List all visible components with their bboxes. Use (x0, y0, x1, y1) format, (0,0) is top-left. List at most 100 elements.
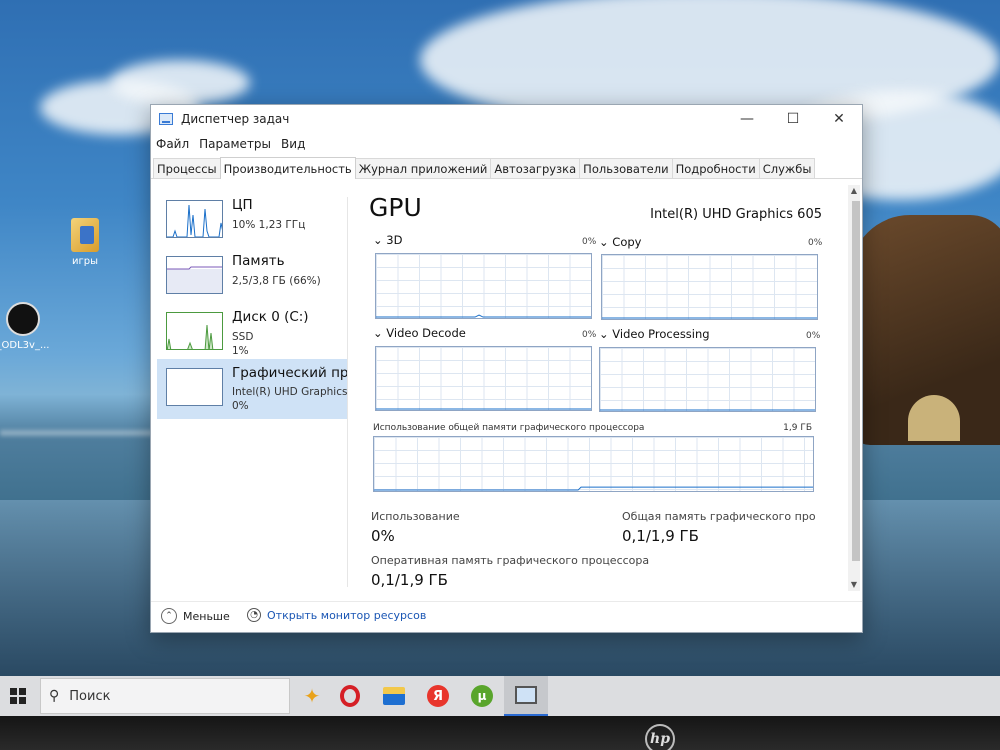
graph-3d-selector[interactable]: ⌄ 3D (373, 233, 402, 247)
sidebar-item-label: Диск 0 (C:) (232, 309, 309, 325)
graph-video-processing-percent: 0% (806, 331, 821, 341)
rock-arch (908, 395, 960, 441)
graph-video-processing-label: Video Processing (612, 327, 710, 341)
tab-performance[interactable]: Производительность (219, 157, 356, 179)
task-manager-icon (159, 113, 173, 125)
graph-video-processing-selector[interactable]: ⌄ Video Processing (599, 327, 710, 341)
chevron-down-icon: ⌄ (373, 233, 383, 247)
shared-memory-capacity: 1,9 ГБ (783, 423, 812, 433)
tab-users[interactable]: Пользователи (579, 158, 673, 178)
taskbar-opera[interactable] (328, 676, 372, 716)
cloud (110, 60, 250, 105)
scrollbar-thumb[interactable] (852, 201, 860, 561)
desktop-icon-label: игры (72, 256, 98, 267)
menu-bar: Файл Параметры Вид (151, 133, 310, 155)
sidebar-item-detail: 2,5/3,8 ГБ (66%) (232, 275, 321, 287)
graph-copy-selector[interactable]: ⌄ Copy (599, 235, 641, 249)
search-icon: ⚲ (49, 688, 60, 704)
gpu-memory-label: Оперативная память графического процессо… (371, 554, 650, 567)
menu-file[interactable]: Файл (151, 137, 194, 151)
sidebar-item-detail: SSD (232, 331, 254, 343)
resource-monitor-label: Открыть монитор ресурсов (267, 608, 427, 622)
graph-video-decode-label: Video Decode (386, 326, 466, 340)
resource-monitor-icon: ◔ (247, 608, 261, 622)
maximize-button[interactable]: ☐ (770, 105, 816, 133)
task-manager-icon (515, 686, 537, 704)
title-bar[interactable]: Диспетчер задач — ☐ ✕ (151, 105, 862, 133)
opera-icon (340, 685, 360, 707)
desktop-icon-games[interactable]: игры (62, 218, 108, 267)
sidebar-item-cpu[interactable]: ЦП 10% 1,23 ГГц (157, 191, 347, 251)
search-placeholder: Поиск (69, 688, 111, 704)
gpu-memory-value: 0,1/1,9 ГБ (371, 571, 448, 589)
yandex-browser-icon: Я (427, 685, 449, 707)
tab-bar: Процессы Производительность Журнал прило… (151, 157, 862, 179)
graph-video-processing (599, 347, 816, 412)
sidebar-item-gpu[interactable]: Графический процессор 0 Intel(R) UHD Gra… (157, 359, 347, 419)
sidebar-item-detail: 10% 1,23 ГГц (232, 219, 306, 231)
menu-view[interactable]: Вид (276, 137, 310, 151)
gpu-model-name: Intel(R) UHD Graphics 605 (650, 207, 822, 222)
cpu-thumbnail-graph (166, 200, 223, 238)
open-resource-monitor-link[interactable]: ◔ Открыть монитор ресурсов (247, 608, 426, 622)
folder-games-icon (71, 218, 99, 252)
graph-video-decode-percent: 0% (582, 330, 597, 340)
graph-3d-percent: 0% (582, 237, 597, 247)
graph-copy (601, 254, 818, 320)
graph-copy-label: Copy (612, 235, 642, 249)
close-button[interactable]: ✕ (816, 105, 862, 133)
tab-app-history[interactable]: Журнал приложений (354, 158, 492, 178)
hp-logo: hp (645, 724, 675, 750)
taskbar: ⚲ Поиск ✦ Я µ (0, 676, 1000, 716)
taskbar-search-box[interactable]: ⚲ Поиск (40, 678, 290, 714)
performance-sidebar: ЦП 10% 1,23 ГГц Память 2,5/3,8 ГБ (66%) … (157, 183, 347, 599)
taskbar-yandex-browser[interactable]: Я (416, 676, 460, 716)
fewer-details-label: Меньше (183, 609, 230, 623)
copilot-icon: ✦ (303, 684, 321, 708)
graph-video-decode (375, 346, 592, 411)
utorrent-icon: µ (471, 685, 493, 707)
desktop-icon-shortcut[interactable]: _ODL3v_... (0, 302, 52, 351)
usage-label: Использование (371, 510, 460, 523)
graph-3d (375, 253, 592, 319)
sidebar-item-memory[interactable]: Память 2,5/3,8 ГБ (66%) (157, 247, 347, 307)
task-manager-window: Диспетчер задач — ☐ ✕ Файл Параметры Вид… (150, 104, 863, 633)
sidebar-item-detail: 0% (232, 400, 249, 412)
graph-copy-percent: 0% (808, 238, 823, 248)
disk-thumbnail-graph (166, 312, 223, 350)
chevron-down-icon: ⌄ (599, 327, 609, 341)
minimize-button[interactable]: — (724, 105, 770, 133)
pane-divider[interactable] (347, 197, 348, 587)
start-button[interactable] (0, 676, 36, 716)
tab-startup[interactable]: Автозагрузка (490, 158, 581, 178)
sidebar-item-disk[interactable]: Диск 0 (C:) SSD 1% (157, 303, 347, 363)
chevron-down-icon: ⌄ (373, 326, 383, 340)
fewer-details-button[interactable]: ⌃ Меньше (161, 608, 230, 624)
chevron-down-icon: ⌄ (599, 235, 609, 249)
shared-memory-graph-label: Использование общей памяти графического … (373, 423, 645, 433)
desktop-icon-label: _ODL3v_... (0, 340, 50, 351)
sidebar-item-detail: Intel(R) UHD Graphics 605 (232, 386, 347, 398)
tab-details[interactable]: Подробности (671, 158, 760, 178)
tab-processes[interactable]: Процессы (153, 158, 221, 178)
scroll-down-icon[interactable]: ▼ (848, 579, 860, 591)
window-title: Диспетчер задач (181, 112, 290, 126)
graph-video-decode-selector[interactable]: ⌄ Video Decode (373, 326, 466, 340)
graph-3d-label: 3D (386, 233, 403, 247)
taskbar-utorrent[interactable]: µ (460, 676, 504, 716)
shared-memory-label: Общая память графического процессора (622, 510, 816, 523)
window-footer: ⌃ Меньше ◔ Открыть монитор ресурсов (151, 601, 862, 633)
taskbar-task-manager[interactable] (504, 676, 548, 716)
scroll-up-icon[interactable]: ▲ (848, 185, 860, 197)
shortcut-icon (6, 302, 40, 336)
taskbar-file-explorer[interactable] (372, 676, 416, 716)
laptop-bezel (0, 716, 1000, 750)
tab-services[interactable]: Службы (758, 158, 816, 178)
taskbar-copilot[interactable]: ✦ (284, 676, 328, 716)
graph-shared-memory (373, 436, 814, 492)
sidebar-item-detail: 1% (232, 345, 249, 357)
file-explorer-icon (383, 687, 405, 705)
windows-logo-icon (10, 688, 26, 704)
sidebar-item-label: Графический процессор 0 (232, 365, 347, 381)
menu-options[interactable]: Параметры (194, 137, 276, 151)
